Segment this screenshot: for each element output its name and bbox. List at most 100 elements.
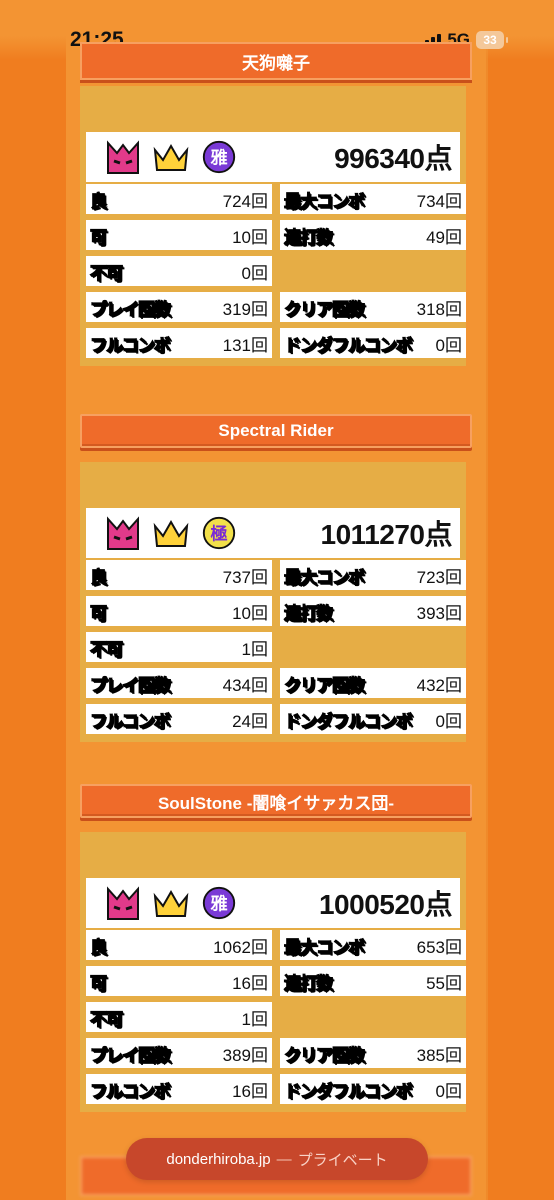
stat-clear-count: クリア回数 318回 bbox=[280, 292, 466, 322]
oni-difficulty-icon bbox=[104, 514, 142, 552]
miyabi-rank-icon: 雅 bbox=[200, 884, 238, 922]
song-title: Spectral Rider bbox=[218, 421, 334, 440]
score-value: 1000520点 bbox=[318, 889, 453, 920]
stat-play-count-label: プレイ回数 bbox=[90, 675, 172, 696]
stat-bad-value: 1回 bbox=[241, 639, 268, 659]
stat-play-count-value: 434回 bbox=[222, 675, 268, 695]
battery-icon: 33 bbox=[476, 31, 508, 49]
stat-max-combo-value: 653回 bbox=[416, 937, 462, 957]
stat-max-combo-label: 最大コンボ bbox=[284, 567, 366, 588]
stat-grid: 良 737回 最大コンボ 723回 可 10回 連打数 393回 不可 1回 プレイ回数 4… bbox=[86, 560, 466, 734]
kiwami-rank-icon: 極 bbox=[200, 514, 238, 552]
stat-good: 良 724回 bbox=[86, 184, 272, 214]
stat-clear-count-value: 432回 bbox=[416, 675, 462, 695]
score-value: 1011270点 bbox=[320, 519, 453, 550]
song-title: 天狗囃子 bbox=[242, 53, 310, 74]
stat-good-label: 良 bbox=[90, 567, 108, 588]
stat-empty bbox=[280, 632, 466, 662]
stat-play-count: プレイ回数 389回 bbox=[86, 1038, 272, 1068]
stat-bad-value: 1回 bbox=[241, 1009, 268, 1029]
song-title: SoulStone -闇喰イサァカス団- bbox=[157, 793, 395, 813]
stat-bad: 不可 1回 bbox=[86, 632, 272, 662]
stat-good-label: 良 bbox=[90, 191, 108, 212]
stat-max-combo-label: 最大コンボ bbox=[284, 937, 366, 958]
stat-donderful-combo-label: ドンダフルコンボ bbox=[284, 711, 414, 732]
stat-good-value: 1062回 bbox=[213, 937, 268, 957]
score-row: 極 1011270点 bbox=[86, 508, 460, 558]
stat-drumroll: 連打数 49回 bbox=[280, 220, 466, 250]
svg-text:極: 極 bbox=[210, 524, 227, 545]
stat-full-combo: フルコンボ 131回 bbox=[86, 328, 272, 358]
stat-ok: 可 10回 bbox=[86, 596, 272, 626]
song-card-2: Spectral Rider 極 1011270点 良 737回 最大コンボ 723… bbox=[80, 414, 472, 742]
svg-text:雅: 雅 bbox=[209, 894, 227, 915]
stat-clear-count: クリア回数 385回 bbox=[280, 1038, 466, 1068]
stat-clear-count: クリア回数 432回 bbox=[280, 668, 466, 698]
stat-donderful-combo-label: ドンダフルコンボ bbox=[284, 335, 414, 356]
stat-clear-count-label: クリア回数 bbox=[284, 675, 366, 696]
stat-clear-count-value: 385回 bbox=[416, 1045, 462, 1065]
stat-empty bbox=[280, 1002, 466, 1032]
stat-drumroll-value: 49回 bbox=[426, 227, 462, 247]
stat-play-count-label: プレイ回数 bbox=[90, 299, 172, 320]
stat-full-combo: フルコンボ 16回 bbox=[86, 1074, 272, 1104]
stat-max-combo: 最大コンボ 723回 bbox=[280, 560, 466, 590]
stat-grid: 良 724回 最大コンボ 734回 可 10回 連打数 49回 不可 0回 プレイ回数 31… bbox=[86, 184, 466, 358]
stat-drumroll-value: 393回 bbox=[416, 603, 462, 623]
stat-max-combo: 最大コンボ 734回 bbox=[280, 184, 466, 214]
song-header[interactable]: Spectral Rider bbox=[80, 414, 472, 448]
stat-bad-label: 不可 bbox=[90, 263, 124, 284]
stat-max-combo-label: 最大コンボ bbox=[284, 191, 366, 212]
stat-play-count: プレイ回数 434回 bbox=[86, 668, 272, 698]
score-value: 996340点 bbox=[334, 143, 452, 174]
stat-good: 良 1062回 bbox=[86, 930, 272, 960]
stat-full-combo-label: フルコンボ bbox=[90, 1081, 172, 1102]
stat-bad: 不可 1回 bbox=[86, 1002, 272, 1032]
stat-clear-count-label: クリア回数 bbox=[284, 1045, 366, 1066]
song-card-1: 雅 996340点 良 724回 最大コンボ 734回 可 10回 連打数 49回 不可… bbox=[80, 80, 472, 366]
gold-crown-icon bbox=[152, 884, 190, 922]
stat-clear-count-label: クリア回数 bbox=[284, 299, 366, 320]
stat-donderful-combo: ドンダフルコンボ 0回 bbox=[280, 1074, 466, 1104]
stat-ok-value: 10回 bbox=[232, 227, 268, 247]
stat-donderful-combo-value: 0回 bbox=[435, 335, 462, 355]
stat-play-count: プレイ回数 319回 bbox=[86, 292, 272, 322]
stat-full-combo-value: 24回 bbox=[232, 711, 268, 731]
stat-play-count-value: 319回 bbox=[222, 299, 268, 319]
song-card-3: SoulStone -闇喰イサァカス団- 雅 1000520点 良 1062回 最… bbox=[80, 784, 472, 1112]
stat-full-combo: フルコンボ 24回 bbox=[86, 704, 272, 734]
stat-clear-count-value: 318回 bbox=[416, 299, 462, 319]
url-separator: — bbox=[276, 1150, 292, 1168]
stat-donderful-combo-value: 0回 bbox=[435, 1081, 462, 1101]
stat-bad-label: 不可 bbox=[90, 639, 124, 660]
stat-max-combo-value: 723回 bbox=[416, 567, 462, 587]
oni-difficulty-icon bbox=[104, 138, 142, 176]
stat-donderful-combo-label: ドンダフルコンボ bbox=[284, 1081, 414, 1102]
gold-crown-icon bbox=[152, 138, 190, 176]
stat-drumroll-label: 連打数 bbox=[284, 603, 334, 624]
stat-ok-label: 可 bbox=[90, 603, 108, 624]
song-header[interactable]: 天狗囃子 bbox=[80, 42, 472, 80]
page-background-left bbox=[0, 0, 66, 1200]
stat-ok-value: 16回 bbox=[232, 973, 268, 993]
stat-full-combo-label: フルコンボ bbox=[90, 711, 172, 732]
stat-drumroll-label: 連打数 bbox=[284, 973, 334, 994]
stat-drumroll: 連打数 55回 bbox=[280, 966, 466, 996]
stat-empty bbox=[280, 256, 466, 286]
url-bar[interactable]: donderhiroba.jp — プライベート bbox=[126, 1138, 428, 1180]
stat-full-combo-value: 16回 bbox=[232, 1081, 268, 1101]
stat-ok-label: 可 bbox=[90, 227, 108, 248]
stat-good: 良 737回 bbox=[86, 560, 272, 590]
stat-donderful-combo: ドンダフルコンボ 0回 bbox=[280, 328, 466, 358]
stat-donderful-combo-value: 0回 bbox=[435, 711, 462, 731]
stat-ok: 可 10回 bbox=[86, 220, 272, 250]
page-background-right bbox=[488, 0, 554, 1200]
private-mode-label: プライベート bbox=[297, 1151, 388, 1169]
stat-drumroll-value: 55回 bbox=[426, 973, 462, 993]
score-card: 極 1011270点 良 737回 最大コンボ 723回 可 10回 連打数 393回 … bbox=[80, 462, 466, 742]
score-card: 雅 1000520点 良 1062回 最大コンボ 653回 可 16回 連打数 55回 … bbox=[80, 832, 466, 1112]
song-header[interactable]: SoulStone -闇喰イサァカス団- bbox=[80, 784, 472, 818]
svg-text:雅: 雅 bbox=[209, 148, 227, 169]
score-row: 雅 996340点 bbox=[86, 132, 460, 182]
stat-ok-label: 可 bbox=[90, 973, 108, 994]
